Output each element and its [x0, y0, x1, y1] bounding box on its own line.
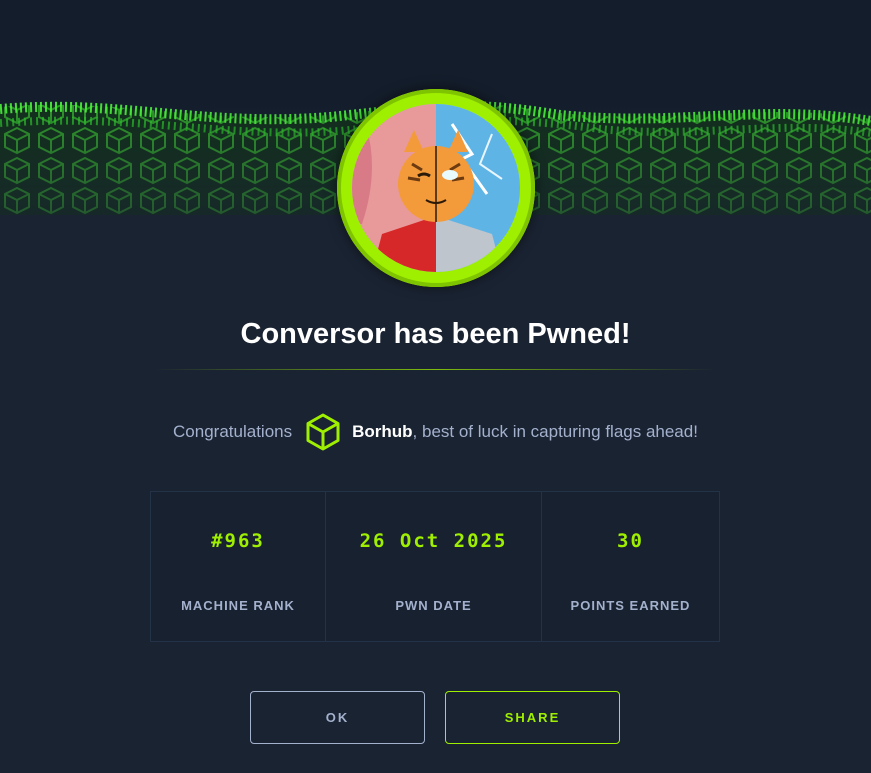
avatar-image [352, 104, 520, 272]
ok-button[interactable]: OK [250, 691, 425, 744]
congratulations-message: Congratulations Borhub, best of luck in … [0, 412, 871, 452]
stat-machine-rank: #963 MACHINE RANK [151, 492, 326, 641]
pwned-dialog: Conversor has been Pwned! Congratulation… [0, 0, 871, 773]
share-button[interactable]: SHARE [445, 691, 620, 744]
title-divider [155, 369, 715, 370]
stat-points-earned: 30 POINTS EARNED [542, 492, 719, 641]
page-title: Conversor has been Pwned! [240, 318, 631, 350]
points-earned-value: 30 [617, 530, 644, 552]
username: Borhub [352, 422, 413, 441]
congrats-prefix: Congratulations [173, 422, 293, 441]
stat-pwn-date: 26 Oct 2025 PWN DATE [326, 492, 542, 641]
machine-avatar [337, 89, 535, 287]
machine-rank-value: #963 [211, 530, 265, 552]
machine-rank-label: MACHINE RANK [181, 598, 295, 613]
congrats-suffix: , best of luck in capturing flags ahead! [412, 422, 698, 441]
pwn-date-value: 26 Oct 2025 [359, 530, 508, 552]
pwn-date-label: PWN DATE [395, 598, 472, 613]
stats-panel: #963 MACHINE RANK 26 Oct 2025 PWN DATE 3… [150, 491, 720, 642]
points-earned-label: POINTS EARNED [570, 598, 691, 613]
hexagon-cube-icon [304, 412, 342, 452]
top-backdrop [0, 0, 871, 95]
